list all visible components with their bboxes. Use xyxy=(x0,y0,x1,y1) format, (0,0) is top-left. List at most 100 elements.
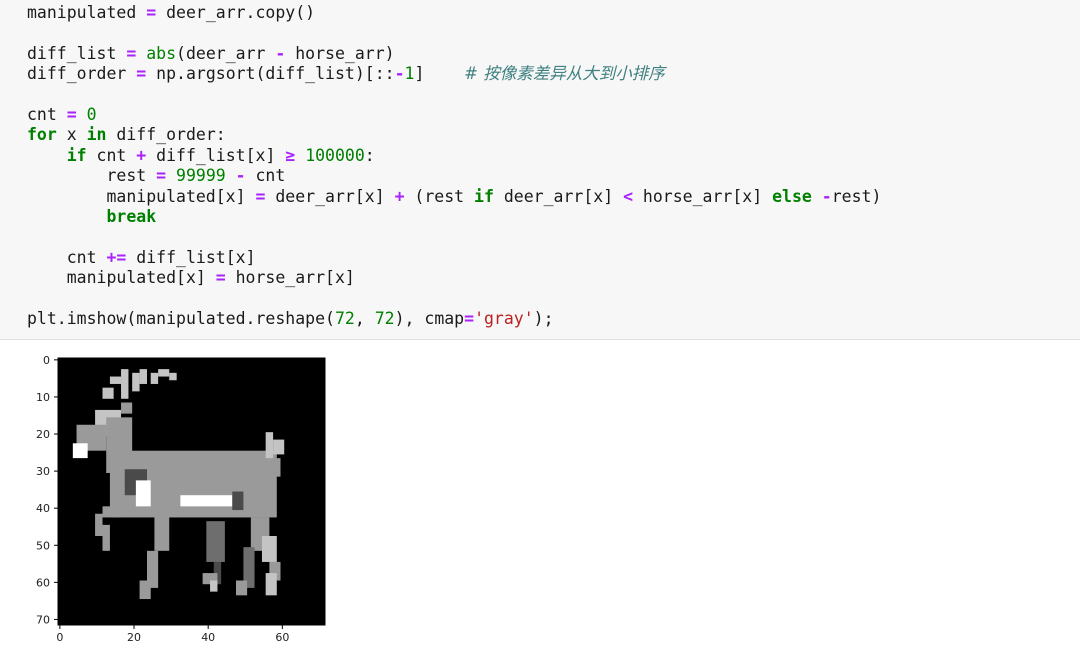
code-token: else xyxy=(772,186,812,206)
code-token: diff_list[x] xyxy=(126,247,256,267)
output-area: 0 20 40 60 0 10 20 30 40 50 60 70 xyxy=(0,341,1080,649)
code-token: cnt xyxy=(245,166,286,186)
code-token: deer_arr[x] xyxy=(493,186,624,206)
code-token: horse_arr[x] xyxy=(633,186,773,206)
code-token: cnt xyxy=(27,247,107,267)
y-tick-label: 70 xyxy=(36,613,50,626)
y-tick-label: 60 xyxy=(36,576,50,589)
code-token: np.argsort(diff_list)[:: xyxy=(146,64,395,84)
code-token: 99999 xyxy=(176,166,226,186)
x-tick-label: 20 xyxy=(127,631,141,644)
code-token: < xyxy=(623,186,633,206)
code-line: rest = 99999 - cnt xyxy=(27,166,881,186)
code-token: (rest xyxy=(404,186,475,206)
code-token: 'gray' xyxy=(474,308,534,328)
code-token: = xyxy=(126,43,137,63)
code-token: - xyxy=(275,43,286,63)
code-line: manipulated[x] = horse_arr[x] xyxy=(27,268,881,288)
code-token: deer_arr.copy() xyxy=(156,3,316,22)
code-line: manipulated[x] = deer_arr[x] + (rest if … xyxy=(27,187,881,207)
code-token: ), cmap xyxy=(394,308,465,328)
code-token: 0 xyxy=(86,104,97,124)
code-token: = xyxy=(146,3,157,22)
code-editor[interactable]: manipulated = deer_arr.copy() diff_list … xyxy=(27,3,881,329)
imshow-plot: 0 20 40 60 0 10 20 30 40 50 60 70 xyxy=(36,354,326,644)
x-tick-label: 40 xyxy=(201,631,215,644)
code-token: diff_order: xyxy=(106,125,226,145)
code-line: cnt = 0 xyxy=(27,105,881,125)
code-token: for xyxy=(27,125,57,145)
code-token: ); xyxy=(533,308,554,328)
x-tick-label: 60 xyxy=(275,631,289,644)
code-token: 72 xyxy=(334,308,355,328)
y-tick-label: 40 xyxy=(36,502,50,515)
code-line: diff_order = np.argsort(diff_list)[::-1]… xyxy=(27,64,881,84)
code-line: for x in diff_order: xyxy=(27,125,881,145)
code-line: break xyxy=(27,207,881,227)
code-token: diff_list xyxy=(27,43,127,63)
x-tick-label: 0 xyxy=(56,631,63,644)
code-token: 1 xyxy=(404,64,415,84)
code-token: : xyxy=(364,145,375,165)
code-line: manipulated = deer_arr.copy() xyxy=(27,3,881,23)
code-cell[interactable]: manipulated = deer_arr.copy() diff_list … xyxy=(0,0,1080,340)
code-token: = xyxy=(255,186,266,206)
y-tick-label: 30 xyxy=(36,465,50,478)
code-token: cnt xyxy=(86,145,137,165)
code-token: += xyxy=(106,247,127,267)
code-token: rest xyxy=(27,166,157,186)
code-token: 72 xyxy=(374,308,395,328)
y-tick-label: 20 xyxy=(36,428,50,441)
code-token: , xyxy=(354,308,375,328)
code-token: in xyxy=(86,125,107,145)
code-token: - xyxy=(235,166,246,186)
code-token: # 按像素差异从大到小排序 xyxy=(464,64,665,84)
code-token: manipulated xyxy=(27,3,147,22)
code-token: + xyxy=(136,145,147,165)
code-token: rest) xyxy=(831,186,882,206)
code-token: - xyxy=(821,186,832,206)
y-tick-label: 0 xyxy=(43,354,50,367)
code-token: - xyxy=(394,64,405,84)
code-token: if xyxy=(66,145,87,165)
code-token: cnt xyxy=(27,104,67,124)
y-tick-label: 50 xyxy=(36,539,50,552)
code-token: deer_arr[x] xyxy=(265,186,395,206)
code-token: (deer_arr xyxy=(176,43,276,63)
y-tick-label: 10 xyxy=(36,391,50,404)
code-token: horse_arr) xyxy=(285,43,395,63)
code-token: = xyxy=(464,308,475,328)
code-token: manipulated[x] xyxy=(27,186,256,206)
code-line: diff_list = abs(deer_arr - horse_arr) xyxy=(27,44,881,64)
code-line: cnt += diff_list[x] xyxy=(27,248,881,268)
code-token: manipulated[x] xyxy=(27,268,216,288)
code-token: diff_order xyxy=(27,64,137,84)
code-token: = xyxy=(136,64,147,84)
code-line: plt.imshow(manipulated.reshape(72, 72), … xyxy=(27,309,881,329)
code-token: plt.imshow(manipulated.reshape( xyxy=(27,308,335,328)
code-token: = xyxy=(156,166,167,186)
code-token: + xyxy=(394,186,405,206)
code-token: = xyxy=(66,104,77,124)
code-line: if cnt + diff_list[x] ≥ 100000: xyxy=(27,146,881,166)
code-token: diff_list[x] xyxy=(146,145,286,165)
code-token: x xyxy=(56,125,87,145)
code-token: 100000 xyxy=(305,145,365,165)
code-token: horse_arr[x] xyxy=(225,268,355,288)
code-token: = xyxy=(215,268,226,288)
code-token: abs xyxy=(146,43,177,63)
code-token: if xyxy=(474,186,494,206)
code-token: ] xyxy=(414,64,465,84)
